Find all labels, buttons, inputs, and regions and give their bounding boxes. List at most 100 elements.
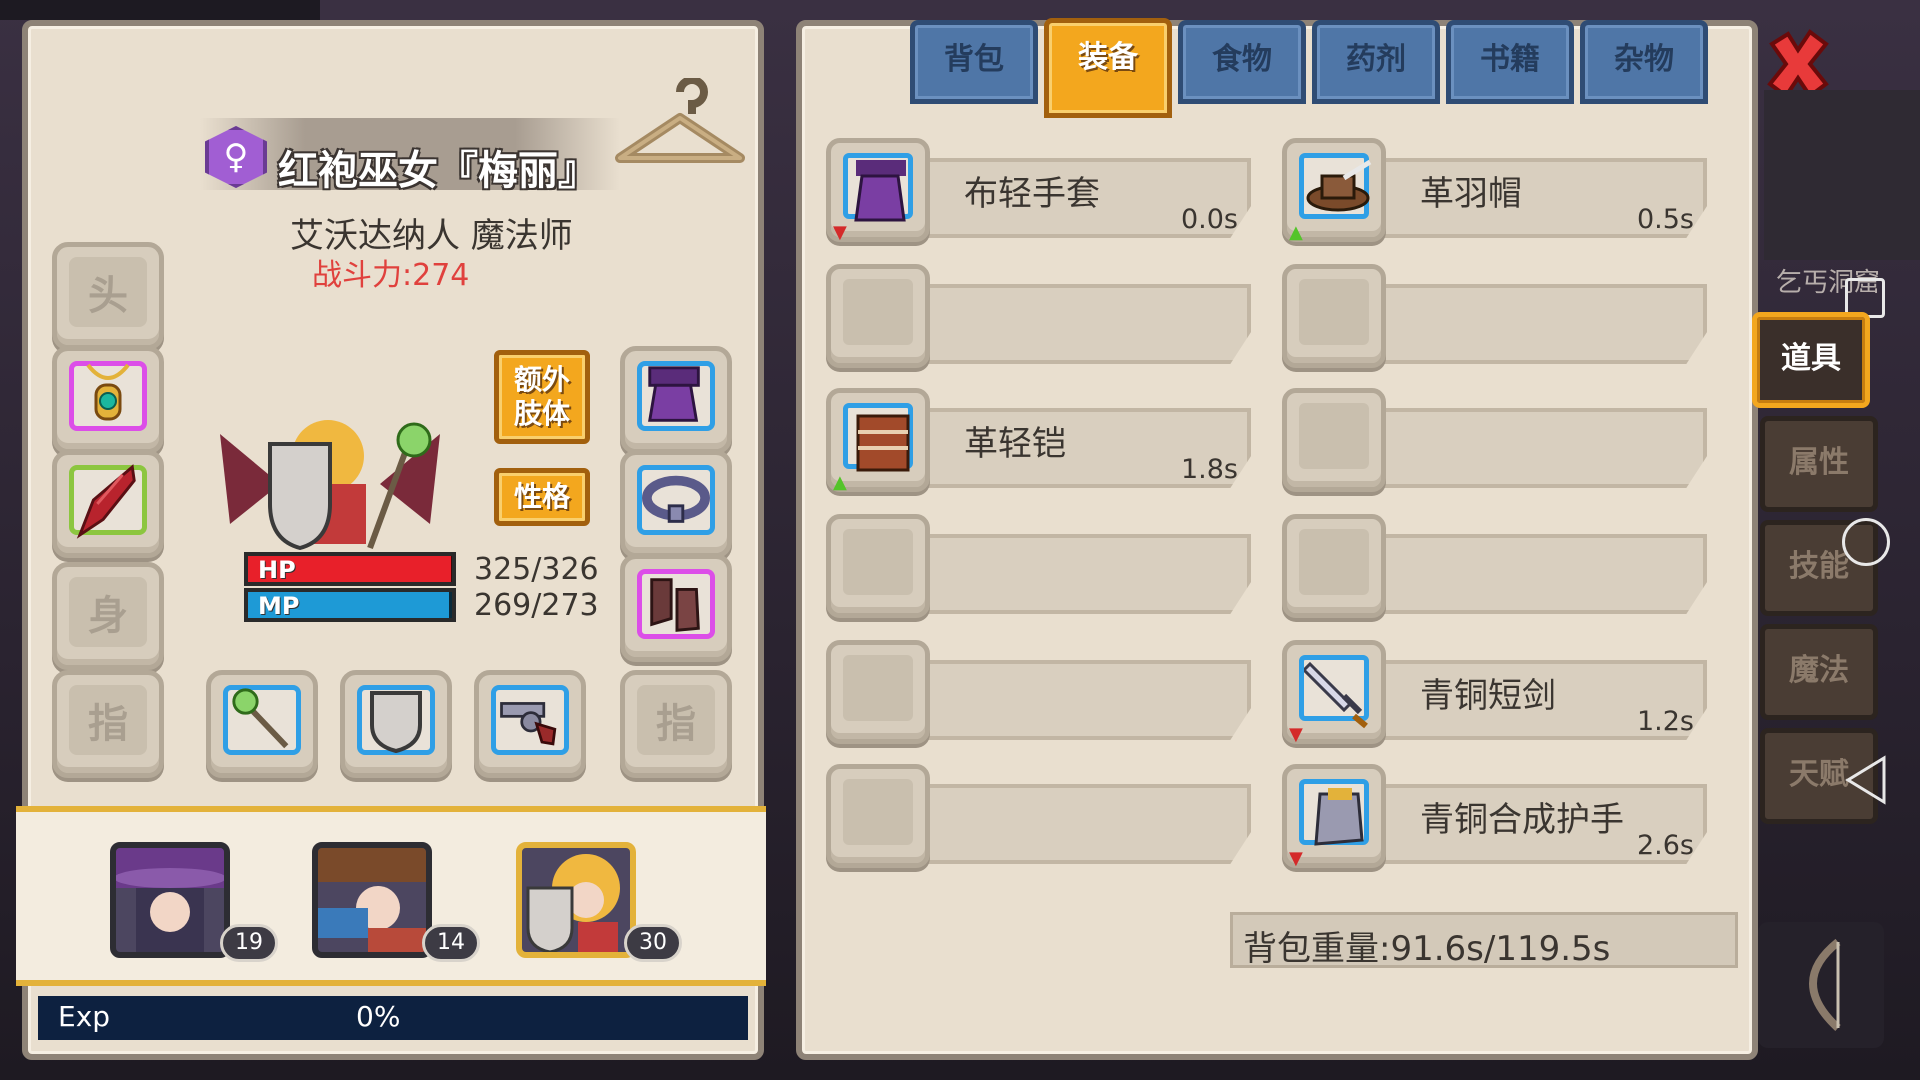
belt-icon: [642, 475, 710, 523]
ring-slot-right-label: 指: [637, 685, 715, 755]
red-witch-portrait: [526, 854, 620, 952]
adventurer-portrait: [318, 848, 426, 952]
offhand-slot[interactable]: [340, 670, 452, 778]
side-tab-attributes[interactable]: 属性: [1760, 416, 1878, 512]
empty-slot: [843, 779, 913, 845]
shield-item: [357, 685, 435, 755]
tab-books[interactable]: 书籍: [1446, 20, 1574, 104]
item-bar: [906, 784, 1251, 864]
item-weight: 0.0s: [1180, 204, 1238, 235]
tab-equipment[interactable]: 装备: [1044, 18, 1172, 118]
empty-slot: [843, 529, 913, 595]
side-tab-items[interactable]: 道具: [1752, 312, 1870, 408]
boots-icon: [650, 578, 700, 632]
item-weight: 2.6s: [1636, 830, 1694, 861]
list-item[interactable]: ▼ 青铜短剑 1.2s: [1282, 640, 1722, 748]
list-item[interactable]: ▲ 革轻铠 1.8s: [826, 388, 1266, 496]
list-item-empty[interactable]: [826, 764, 1266, 872]
amulet-item: [69, 361, 147, 431]
staff-icon: [232, 688, 289, 749]
list-item-empty[interactable]: [1282, 264, 1722, 372]
staff-item: [223, 685, 301, 755]
list-item-empty[interactable]: [826, 640, 1266, 748]
back-triangle-icon[interactable]: [1842, 754, 1890, 806]
personality-button[interactable]: 性格: [494, 468, 590, 526]
item-icon-slot: [826, 764, 930, 868]
party-member-1-level: 19: [220, 924, 278, 962]
item-icon-slot: ▼: [1282, 640, 1386, 745]
item-icon-slot: [826, 264, 930, 368]
tab-potion[interactable]: 药剂: [1312, 20, 1440, 104]
list-item[interactable]: ▲ 革羽帽 0.5s: [1282, 138, 1722, 246]
extra-limb-button[interactable]: 额外 肢体: [494, 350, 590, 444]
empty-slot: [1299, 529, 1369, 595]
hanger-icon[interactable]: [610, 78, 750, 178]
exp-value: 0%: [356, 1000, 401, 1033]
list-item[interactable]: ▼ 布轻手套 0.0s: [826, 138, 1266, 246]
cloak-slot[interactable]: [52, 450, 164, 558]
item-icon-slot: ▼: [826, 138, 930, 243]
upgrade-arrow-icon: ▲: [833, 472, 847, 493]
upgrade-arrow-icon: ▲: [1289, 222, 1303, 243]
empty-slot: [843, 655, 913, 721]
belt-item: [637, 465, 715, 535]
shield-icon: [370, 691, 422, 754]
amulet-icon: [86, 363, 130, 421]
item-icon-slot: [826, 514, 930, 618]
item-weight: 1.8s: [1180, 454, 1238, 485]
item-weight: 0.5s: [1636, 204, 1694, 235]
empty-slot: [1299, 403, 1369, 469]
gloves-slot[interactable]: [620, 346, 732, 454]
amulet-slot[interactable]: [52, 346, 164, 454]
belt-slot[interactable]: [620, 450, 732, 558]
item-bar: [906, 534, 1251, 614]
list-item-empty[interactable]: [1282, 514, 1722, 622]
ring-slot-right[interactable]: 指: [620, 670, 732, 778]
item-bar: [1362, 534, 1707, 614]
purple-gloves-icon: [843, 153, 913, 222]
witch-portrait: [116, 848, 224, 952]
item-weight: 1.2s: [1636, 706, 1694, 737]
tab-bag[interactable]: 背包: [910, 20, 1038, 104]
bow-slot[interactable]: [1758, 922, 1884, 1048]
item-name: 布轻手套: [964, 174, 1100, 214]
tab-misc[interactable]: 杂物: [1580, 20, 1708, 104]
boots-item: [637, 569, 715, 639]
item-icon-slot: ▲: [1282, 138, 1386, 243]
mainhand-slot[interactable]: [206, 670, 318, 778]
exp-bar: Exp 0%: [38, 996, 748, 1040]
minimap[interactable]: [1764, 90, 1920, 260]
top-hud-strip: [0, 0, 320, 20]
extra-limb-label: 额外 肢体: [513, 363, 570, 430]
party-member-1[interactable]: [110, 842, 230, 958]
ring-slot-left[interactable]: 指: [52, 670, 164, 778]
item-name: 革轻铠: [964, 424, 1066, 464]
ring-slot-left-label: 指: [69, 685, 147, 755]
list-item-empty[interactable]: [826, 514, 1266, 622]
home-circle-icon[interactable]: [1842, 518, 1890, 566]
bronze-gauntlet-icon: [1299, 779, 1369, 846]
side-tab-magic[interactable]: 魔法: [1760, 624, 1878, 720]
ranged-slot[interactable]: [474, 670, 586, 778]
list-item-empty[interactable]: [826, 264, 1266, 372]
item-bar: [1362, 408, 1707, 488]
item-bar: [906, 284, 1251, 364]
tab-food[interactable]: 食物: [1178, 20, 1306, 104]
item-icon-slot: ▲: [826, 388, 930, 493]
mp-label: MP: [258, 592, 300, 620]
item-icon-slot: [1282, 388, 1386, 492]
body-slot[interactable]: 身: [52, 562, 164, 670]
list-item[interactable]: ▼ 青铜合成护手 2.6s: [1282, 764, 1722, 872]
empty-slot: [843, 279, 913, 345]
leather-armor-icon: [843, 403, 913, 472]
body-slot-label: 身: [69, 577, 147, 647]
purple-gloves-icon: [648, 366, 700, 422]
feather-hat-icon: [1299, 153, 1372, 219]
party-member-3-selected[interactable]: [516, 842, 636, 958]
party-member-2[interactable]: [312, 842, 432, 958]
item-bar: [906, 660, 1251, 740]
boots-slot[interactable]: [620, 554, 732, 662]
list-item-empty[interactable]: [1282, 388, 1722, 496]
combat-power: 战斗力:274: [312, 258, 470, 293]
head-slot[interactable]: 头: [52, 242, 164, 350]
